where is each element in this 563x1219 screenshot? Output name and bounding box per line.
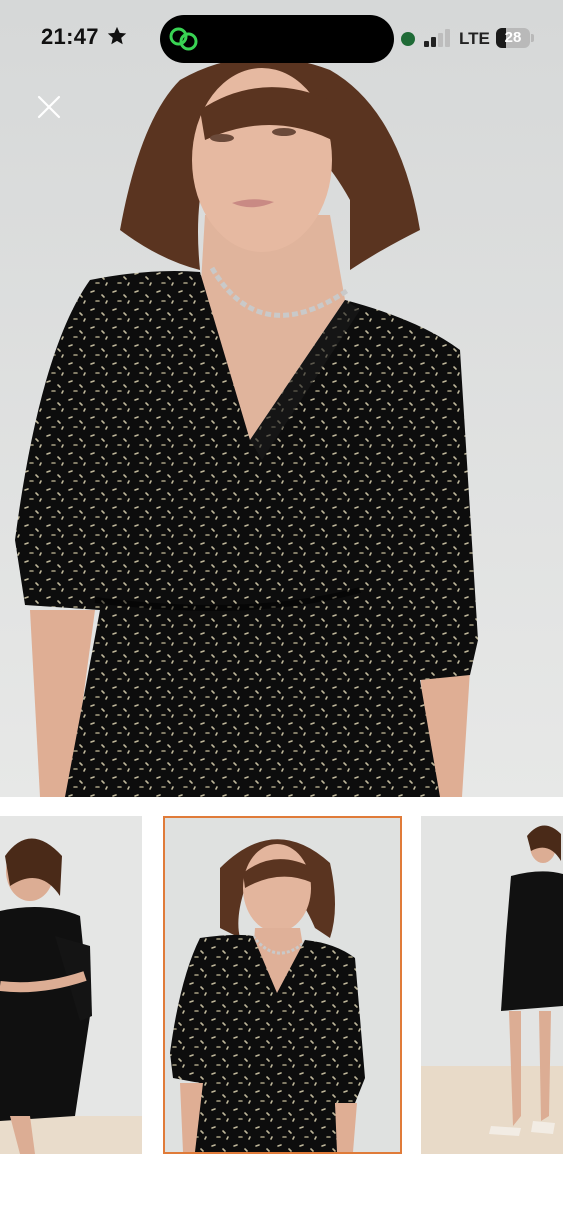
network-type: LTE [459,29,490,48]
recording-dot-icon [401,32,415,46]
thumbnail-1[interactable] [0,816,142,1154]
clock: 21:47 [41,24,99,49]
main-product-image[interactable] [0,0,563,797]
close-button[interactable] [32,90,66,124]
star-icon [107,26,127,45]
battery-nub [531,34,534,42]
close-icon [37,95,61,119]
battery-percent: 28 [504,29,522,46]
thumbnail-3[interactable] [421,816,563,1154]
thumbnail-strip [0,816,563,1156]
status-bar: 21:47 LTE 28 [0,0,563,78]
battery-icon: 28 [496,28,530,48]
signal-bars-icon [424,29,450,47]
app-link-icon [169,27,198,51]
thumbnail-2[interactable] [163,816,402,1154]
